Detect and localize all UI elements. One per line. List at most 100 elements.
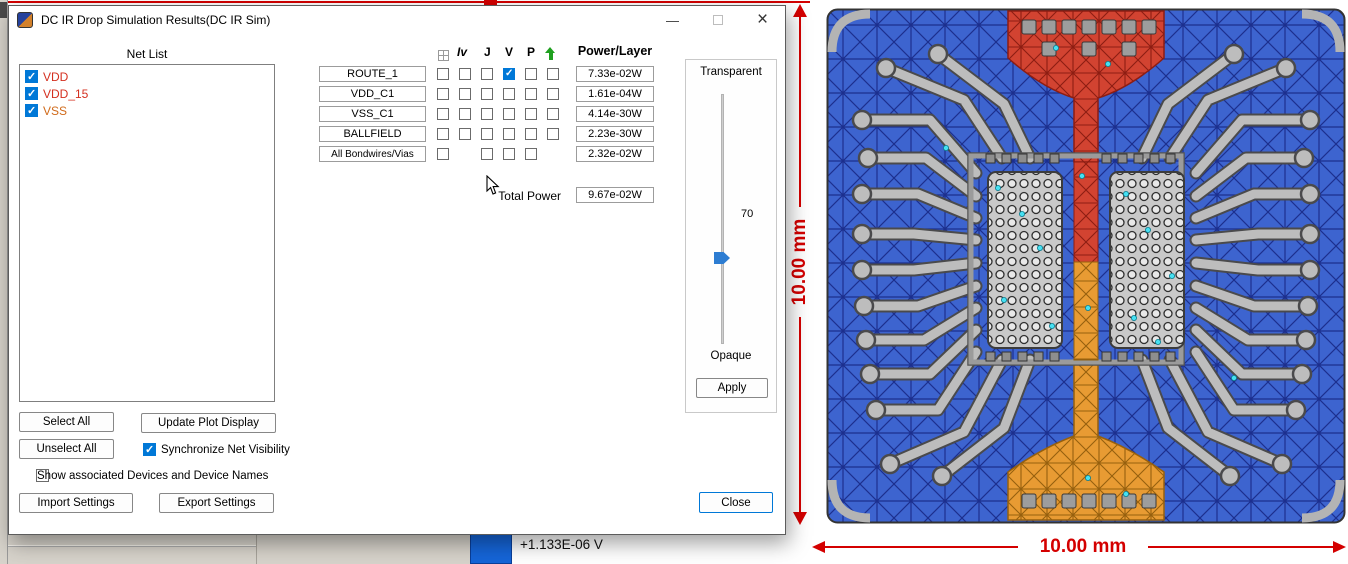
layer-row: All Bondwires/Vias 2.32e-02W [319, 146, 654, 162]
transparency-panel: Transparent 70 Opaque Apply [685, 59, 777, 413]
layer-row: ROUTE_1 7.33e-02W [319, 66, 654, 82]
ball-array-right [1109, 171, 1185, 349]
net-item-vdd-15[interactable]: VDD_15 [22, 85, 272, 102]
v-checkbox[interactable] [503, 128, 515, 140]
iv-checkbox[interactable] [459, 68, 471, 80]
power-value: 4.14e-30W [576, 106, 654, 122]
background-icon-fragment [0, 2, 7, 18]
net-item-vdd[interactable]: VDD [22, 68, 272, 85]
net-checkbox[interactable] [25, 104, 38, 118]
p-checkbox[interactable] [525, 148, 537, 160]
visibility-checkbox[interactable] [437, 108, 449, 120]
net-checkbox[interactable] [25, 87, 38, 101]
j-checkbox[interactable] [481, 88, 493, 100]
mouse-cursor-icon [486, 174, 500, 201]
up-checkbox[interactable] [547, 68, 559, 80]
center-strip-orange [1073, 261, 1099, 361]
window-close-button[interactable]: × [740, 6, 785, 34]
layer-row: BALLFIELD 2.23e-30W [319, 126, 654, 142]
p-checkbox[interactable] [525, 108, 537, 120]
net-label: VDD_15 [43, 86, 89, 101]
iv-checkbox[interactable] [459, 108, 471, 120]
ball-array-left [987, 171, 1063, 349]
power-value: 1.61e-04W [576, 86, 654, 102]
layer-button-vss-c1[interactable]: VSS_C1 [319, 106, 426, 122]
net-list[interactable]: VDD VDD_15 VSS [19, 64, 275, 402]
apply-button[interactable]: Apply [696, 378, 768, 398]
pcb-mesh-svg [826, 8, 1346, 524]
visibility-checkbox[interactable] [437, 88, 449, 100]
p-checkbox[interactable] [525, 88, 537, 100]
colorbar-swatch [470, 530, 512, 564]
layer-button-ballfield[interactable]: BALLFIELD [319, 126, 426, 142]
unselect-all-button[interactable]: Unselect All [19, 439, 114, 459]
v-checkbox[interactable] [503, 68, 515, 80]
p-checkbox[interactable] [525, 68, 537, 80]
layer-row: VDD_C1 1.61e-04W [319, 86, 654, 102]
visibility-checkbox[interactable] [437, 128, 449, 140]
update-plot-display-button[interactable]: Update Plot Display [141, 413, 276, 433]
v-checkbox[interactable] [503, 108, 515, 120]
v-checkbox[interactable] [503, 88, 515, 100]
horizontal-dimension-label: 10.00 mm [1018, 534, 1148, 560]
layer-button-vdd-c1[interactable]: VDD_C1 [319, 86, 426, 102]
minimize-button[interactable]: — [650, 6, 695, 34]
up-checkbox[interactable] [547, 88, 559, 100]
layer-button-route1[interactable]: ROUTE_1 [319, 66, 426, 82]
vertical-dimension-label: 10.00 mm [787, 207, 813, 317]
layer-button-bondwires-vias[interactable]: All Bondwires/Vias [319, 146, 426, 162]
transparency-slider-thumb[interactable] [714, 252, 730, 264]
opaque-label: Opaque [710, 350, 752, 362]
net-label: VDD [43, 69, 69, 84]
synchronize-net-visibility-checkbox[interactable] [143, 443, 156, 457]
window-title: DC IR Drop Simulation Results(DC IR Sim) [41, 13, 271, 27]
visibility-checkbox[interactable] [437, 68, 449, 80]
pcb-mesh-view[interactable] [826, 8, 1346, 524]
arrow-down-icon [793, 512, 807, 525]
p-checkbox[interactable] [525, 128, 537, 140]
column-header-iv: Iv [457, 45, 468, 59]
layer-row: VSS_C1 4.14e-30W [319, 106, 654, 122]
transparency-value: 70 [741, 208, 754, 220]
total-power-value: 9.67e-02W [576, 187, 654, 203]
j-checkbox[interactable] [481, 68, 493, 80]
show-associated-devices-label: Show associated Devices and Device Names [37, 470, 269, 482]
net-item-vss[interactable]: VSS [22, 102, 272, 119]
net-checkbox[interactable] [25, 70, 38, 84]
screen: +1.133E-06 V 10.00 mm 10.00 mm DC IR Dro… [0, 0, 1348, 564]
export-settings-button[interactable]: Export Settings [159, 493, 274, 513]
j-checkbox[interactable] [481, 148, 493, 160]
power-value: 2.23e-30W [576, 126, 654, 142]
background-window-edge [0, 0, 8, 564]
visibility-checkbox[interactable] [437, 148, 449, 160]
iv-checkbox[interactable] [459, 88, 471, 100]
iv-checkbox[interactable] [459, 128, 471, 140]
background-panel [0, 533, 470, 564]
up-checkbox[interactable] [547, 108, 559, 120]
arrow-right-icon [1333, 541, 1346, 553]
maximize-icon [712, 15, 723, 25]
transparency-slider-track[interactable] [721, 94, 724, 344]
arrow-up-icon [793, 4, 807, 17]
power-value: 2.32e-02W [576, 146, 654, 162]
center-strip-red [1073, 161, 1099, 263]
orange-region-pads [1021, 493, 1157, 509]
close-button[interactable]: Close [699, 492, 773, 513]
v-checkbox[interactable] [503, 148, 515, 160]
synchronize-net-visibility-label: Synchronize Net Visibility [161, 444, 290, 456]
column-header-p: P [527, 45, 536, 59]
import-settings-button[interactable]: Import Settings [19, 493, 133, 513]
title-bar[interactable]: DC IR Drop Simulation Results(DC IR Sim)… [9, 6, 785, 34]
divider [256, 533, 257, 564]
up-arrow-icon [545, 47, 556, 60]
j-checkbox[interactable] [481, 128, 493, 140]
maximize-button[interactable] [695, 6, 740, 34]
up-checkbox[interactable] [547, 128, 559, 140]
column-header-v: V [505, 45, 514, 59]
dc-ir-drop-dialog: DC IR Drop Simulation Results(DC IR Sim)… [8, 5, 786, 535]
select-all-button[interactable]: Select All [19, 412, 114, 432]
app-icon [17, 12, 33, 28]
total-power-label: Total Power [498, 189, 561, 203]
transparent-label: Transparent [700, 66, 762, 78]
j-checkbox[interactable] [481, 108, 493, 120]
